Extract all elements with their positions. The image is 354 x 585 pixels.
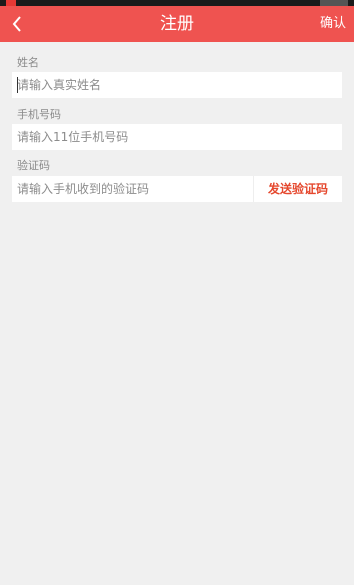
phone-label: 手机号码 <box>17 108 61 121</box>
name-field-container <box>12 72 342 98</box>
code-label: 验证码 <box>17 159 50 172</box>
phone-field-container <box>12 124 342 150</box>
name-label: 姓名 <box>17 56 39 69</box>
back-button[interactable] <box>6 12 28 36</box>
chevron-left-icon <box>12 16 21 32</box>
code-input[interactable] <box>12 176 253 202</box>
code-field-container: 发送验证码 <box>12 176 342 202</box>
name-input[interactable] <box>12 72 342 98</box>
phone-input[interactable] <box>12 124 342 150</box>
send-code-button[interactable]: 发送验证码 <box>254 176 342 202</box>
text-cursor <box>17 77 18 93</box>
code-input-wrap <box>12 176 253 202</box>
page-title: 注册 <box>160 14 194 34</box>
app-bar: 注册 确认 <box>0 6 354 42</box>
confirm-button[interactable]: 确认 <box>320 6 346 42</box>
